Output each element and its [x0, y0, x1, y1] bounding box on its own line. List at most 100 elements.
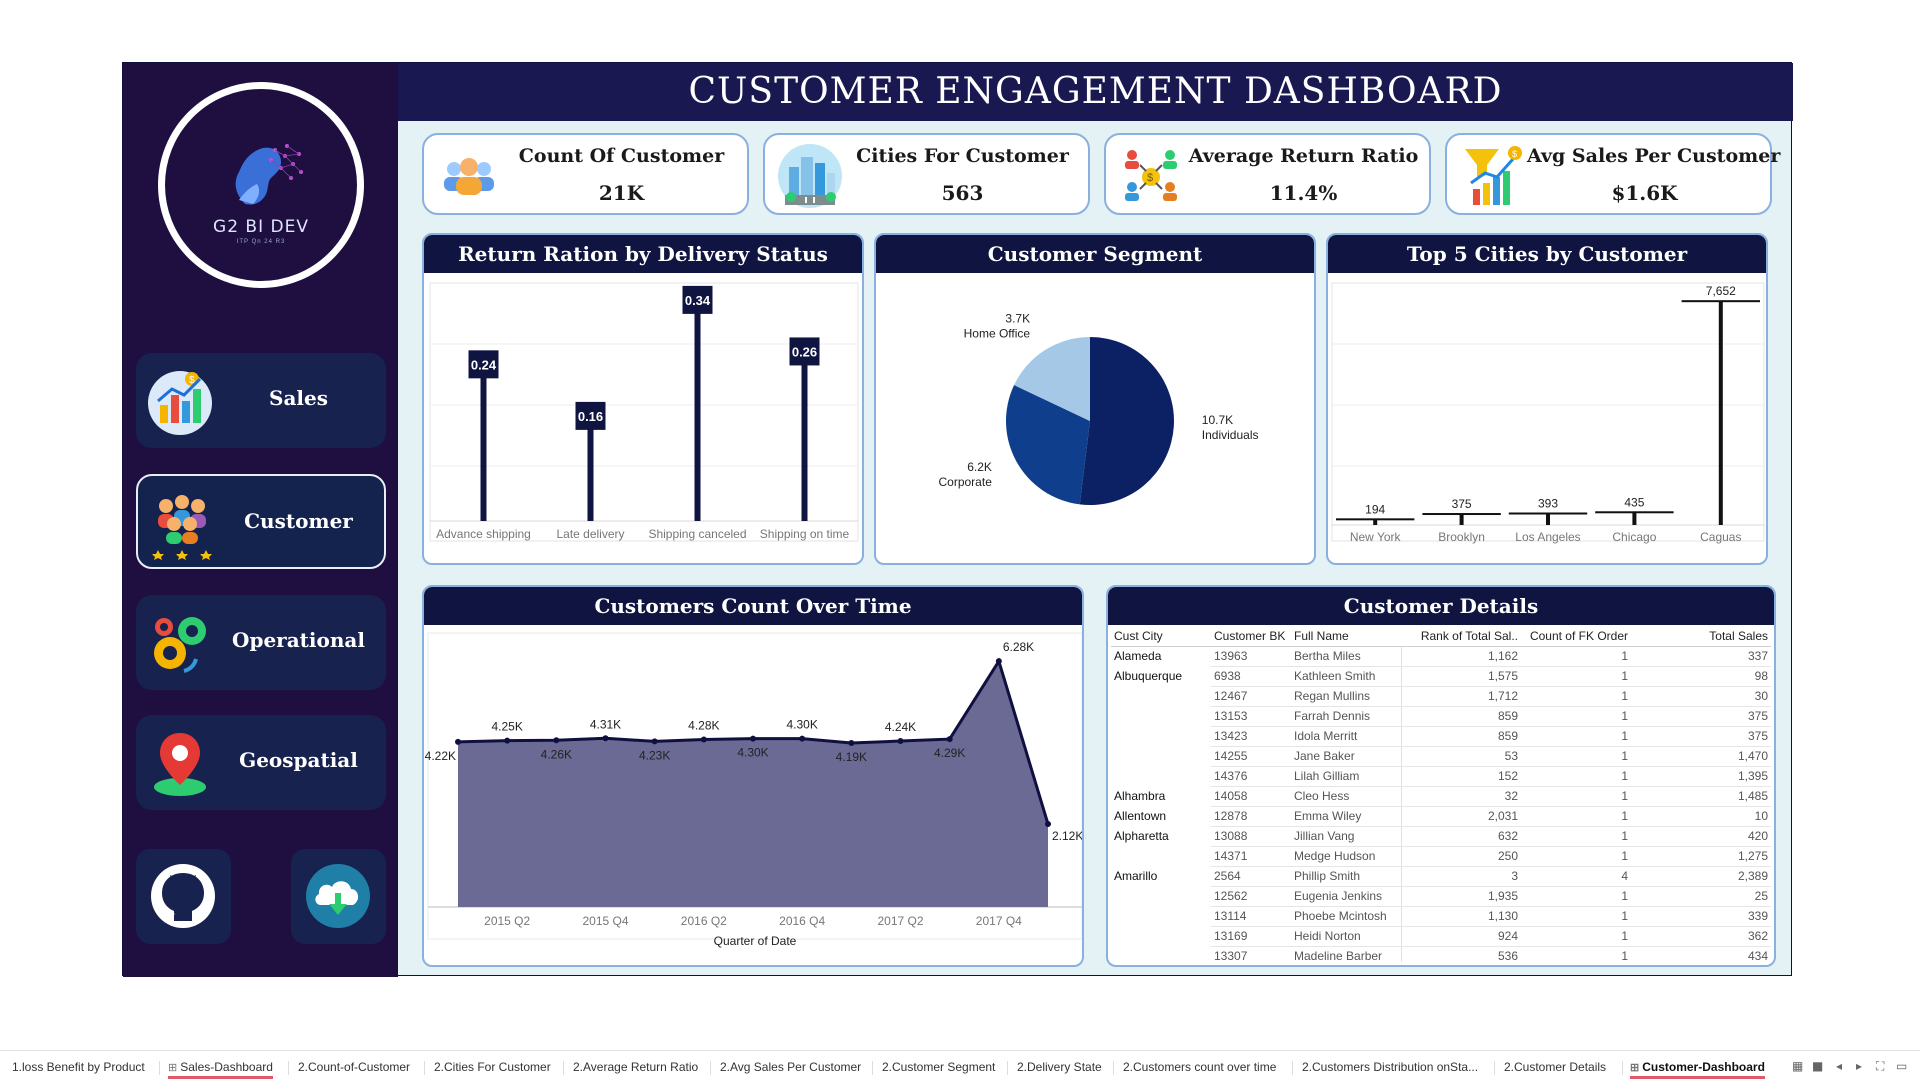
table-row[interactable]: 13153 Farrah Dennis 859 1 375	[1111, 706, 1771, 727]
table-row[interactable]: 14255 Jane Baker 53 1 1,470	[1111, 746, 1771, 767]
table-cell: 536	[1401, 946, 1521, 962]
table-cell: 1,575	[1401, 666, 1521, 687]
table-cell: 1	[1521, 686, 1631, 707]
table-cell	[1111, 706, 1211, 726]
table-cell: 1	[1521, 706, 1631, 727]
table-row[interactable]: 14376 Lilah Gilliam 152 1 1,395	[1111, 766, 1771, 787]
github-button[interactable]	[136, 849, 231, 944]
x-tick-label: Late delivery	[556, 527, 624, 541]
data-label: 4.30K	[737, 746, 768, 760]
table-row[interactable]: 14371 Medge Hudson 250 1 1,275	[1111, 846, 1771, 867]
tab-scroll-left-icon[interactable]: ◂	[1836, 1059, 1842, 1073]
table-row[interactable]: Alpharetta 13088 Jillian Vang 632 1 420	[1111, 826, 1771, 847]
table-cell: Lilah Gilliam	[1291, 766, 1402, 787]
table-cell: 1	[1521, 646, 1631, 667]
customers-icon	[152, 495, 212, 560]
data-label: 10.7K	[1202, 413, 1233, 427]
table-row[interactable]: 12562 Eugenia Jenkins 1,935 1 25	[1111, 886, 1771, 907]
sidebar: G2 BI DEV ITP Qn 24 R3 $ Sales Customer …	[123, 63, 398, 977]
tab-customer-segment[interactable]: 2.Customer Segment	[882, 1055, 995, 1079]
sheet-filmstrip-icon[interactable]: ■	[1812, 1059, 1823, 1073]
map-pin-icon	[154, 733, 206, 796]
sidebar-item-sales[interactable]: $ Sales	[136, 353, 386, 448]
table-row[interactable]: 12467 Regan Mullins 1,712 1 30	[1111, 686, 1771, 707]
column-header[interactable]: Cust City	[1111, 627, 1211, 647]
panel-customers-over-time: 4.22K 4.25K 4.26K 4.31K 4.23K 4.28K 4.30K 4.30K…	[422, 585, 1084, 967]
tab-loss-benefit[interactable]: 1.loss Benefit by Product	[12, 1055, 145, 1079]
table-cell: 1	[1521, 726, 1631, 747]
bar	[801, 353, 808, 521]
data-label: 6.2K	[967, 460, 992, 474]
table-cell: 12467	[1211, 686, 1291, 707]
table-row[interactable]: Allentown 12878 Emma Wiley 2,031 1 10	[1111, 806, 1771, 827]
table-row[interactable]: Albuquerque 6938 Kathleen Smith 1,575 1 98	[1111, 666, 1771, 687]
tab-delivery-state[interactable]: 2.Delivery State	[1017, 1055, 1102, 1079]
table-cell: 10	[1631, 806, 1771, 827]
tab-customers-count-over-time[interactable]: 2.Customers count over time	[1123, 1055, 1276, 1079]
data-label: 4.22K	[425, 749, 456, 763]
data-label: 435	[1624, 495, 1644, 509]
column-header[interactable]: Rank of Total Sal..	[1401, 627, 1521, 647]
kpi-card-avg-sales-per-customer: $ Avg Sales Per Customer $1.6K	[1445, 133, 1780, 215]
sidebar-item-customer[interactable]: Customer	[136, 474, 386, 569]
table-cell: Phillip Smith	[1291, 866, 1402, 887]
tab-customer-dashboard[interactable]: ⊞ Customer-Dashboard	[1630, 1055, 1765, 1079]
x-axis-title: Quarter of Date	[714, 934, 797, 948]
tab-sales-dashboard[interactable]: ⊞ Sales-Dashboard	[168, 1055, 273, 1079]
tab-customers-distribution[interactable]: 2.Customers Distribution onSta...	[1302, 1055, 1478, 1079]
tab-count-of-customer[interactable]: 2.Count-of-Customer	[298, 1055, 410, 1079]
table-row[interactable]: 13423 Idola Merritt 859 1 375	[1111, 726, 1771, 747]
sidebar-item-operational[interactable]: Operational	[136, 595, 386, 690]
kpi-label: Cities For Customer	[856, 145, 1069, 167]
table-cell: 1,712	[1401, 686, 1521, 707]
data-label: 0.16	[578, 409, 603, 424]
table-cell: 13114	[1211, 906, 1291, 927]
table-cell: 3	[1401, 866, 1521, 887]
table-cell	[1111, 926, 1211, 946]
table-row[interactable]: 13169 Heidi Norton 924 1 362	[1111, 926, 1771, 947]
customer-details-table: Cust City Customer BK Full Name Rank of …	[1111, 627, 1771, 962]
table-row[interactable]: Amarillo 2564 Phillip Smith 3 4 2,389	[1111, 866, 1771, 887]
presentation-icon[interactable]: ▭	[1896, 1059, 1907, 1073]
table-cell: 250	[1401, 846, 1521, 867]
column-header[interactable]: Total Sales	[1631, 627, 1771, 647]
tab-average-return-ratio[interactable]: 2.Average Return Ratio	[573, 1055, 698, 1079]
table-row[interactable]: 13114 Phoebe Mcintosh 1,130 1 339	[1111, 906, 1771, 927]
table-cell: Amarillo	[1114, 869, 1158, 883]
table-row[interactable]: 13307 Madeline Barber 536 1 434	[1111, 946, 1771, 962]
column-header[interactable]: Full Name	[1291, 627, 1401, 647]
table-cell: Bertha Miles	[1291, 646, 1402, 667]
tab-scroll-right-icon[interactable]: ▸	[1856, 1059, 1862, 1073]
kpi-value: $1.6K	[1611, 181, 1678, 205]
customer-details-table-container[interactable]: Cust City Customer BK Full Name Rank of …	[1111, 627, 1771, 962]
fit-screen-icon[interactable]: ⛶	[1876, 1059, 1884, 1074]
download-button[interactable]	[291, 849, 386, 944]
x-tick-label: Advance shipping	[436, 527, 531, 541]
dashboard-icon: ⊞	[1630, 1062, 1640, 1074]
table-cell: Jillian Vang	[1291, 826, 1402, 847]
tab-cities-for-customer[interactable]: 2.Cities For Customer	[434, 1055, 551, 1079]
column-header[interactable]: Count of FK Order	[1521, 627, 1631, 647]
x-tick-label: Brooklyn	[1438, 530, 1485, 544]
tab-avg-sales-per-customer[interactable]: 2.Avg Sales Per Customer	[720, 1055, 861, 1079]
data-label: 4.25K	[491, 720, 522, 734]
data-point	[504, 737, 511, 744]
data-label: 4.23K	[639, 748, 670, 762]
table-cell: 4	[1521, 866, 1631, 887]
table-cell: 2564	[1211, 866, 1291, 887]
github-icon	[151, 864, 215, 928]
logo-text: G2 BI DEV	[213, 217, 309, 237]
sidebar-item-geospatial[interactable]: Geospatial	[136, 715, 386, 810]
tab-customer-details[interactable]: 2.Customer Details	[1504, 1055, 1606, 1079]
sheet-grid-icon[interactable]: ▦	[1792, 1059, 1803, 1073]
bar-cap	[1595, 511, 1674, 514]
bar-cap	[1422, 513, 1501, 516]
table-cell	[1111, 906, 1211, 926]
table-row[interactable]: Alameda 13963 Bertha Miles 1,162 1 337	[1111, 646, 1771, 667]
table-cell: 1,485	[1631, 786, 1771, 807]
table-cell: 14255	[1211, 746, 1291, 767]
table-row[interactable]: Alhambra 14058 Cleo Hess 32 1 1,485	[1111, 786, 1771, 807]
column-header[interactable]: Customer BK	[1211, 627, 1291, 647]
table-cell: 1,275	[1631, 846, 1771, 867]
table-cell: 13423	[1211, 726, 1291, 747]
